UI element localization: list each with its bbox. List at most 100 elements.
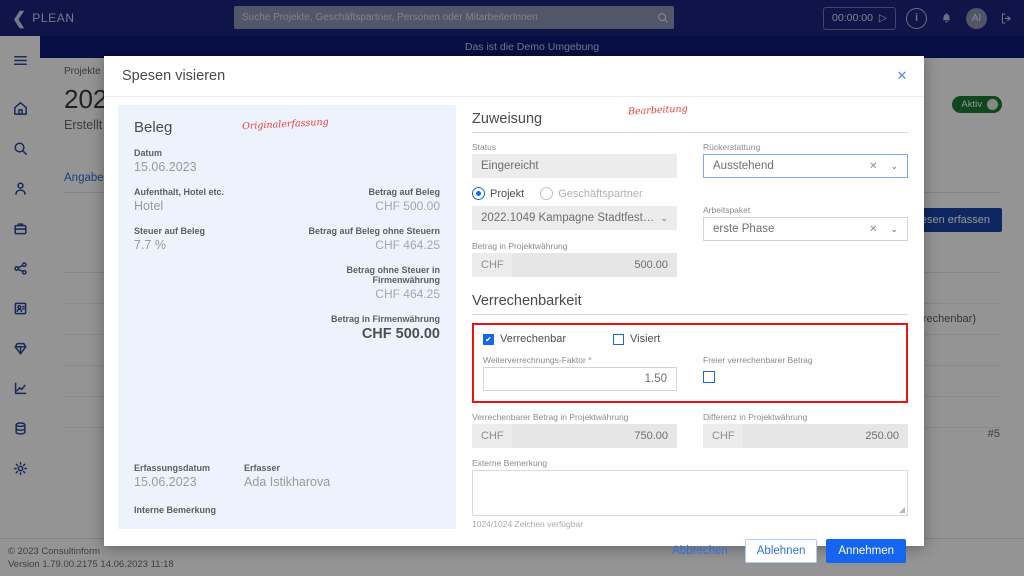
field-erfassungsdatum: Erfassungsdatum 15.06.2023 [134, 463, 210, 489]
rueckerstattung-select[interactable]: Ausstehend ✕ ⌄ [703, 154, 908, 178]
faktor-input[interactable]: 1.50 [483, 367, 677, 391]
arbeitspaket-label: Arbeitspaket [703, 205, 751, 215]
externe-bemerkung-field: Externe Bemerkung ◢ 1024/1024 Zeichen ve… [472, 458, 908, 529]
checkbox-visiert[interactable]: Visiert [613, 333, 660, 345]
checkbox-verrechenbar-label: Verrechenbar [500, 333, 567, 345]
rueckerstattung-label: Rückerstattung [703, 142, 761, 152]
chevron-down-icon: ⌄ [660, 212, 668, 223]
field-betrag-auf-beleg-value: CHF 500.00 [375, 199, 440, 213]
clear-icon[interactable]: ✕ [869, 161, 877, 172]
field-steuer-value: 7.7 % [134, 238, 166, 252]
status-value: Eingereicht [481, 160, 539, 172]
radio-geschaeftspartner-icon [540, 187, 554, 200]
field-kategorie-value: Hotel [134, 199, 164, 213]
row-steuer: Steuer auf Beleg 7.7 % Betrag auf Beleg … [134, 226, 440, 252]
radio-geschaeftspartner-label: Geschäftspartner [558, 187, 643, 200]
arbeitspaket-select[interactable]: erste Phase ✕ ⌄ [703, 217, 908, 241]
differenz-label: Differenz in Projektwährung [703, 412, 808, 422]
status-label: Status [472, 142, 497, 152]
char-count-hint: 1024/1024 Zeichen verfügbar [472, 519, 584, 529]
checkbox-freier-betrag-icon[interactable] [703, 371, 715, 383]
field-betrag-ohne-steuern-value: CHF 464.25 [375, 238, 440, 252]
verrechenbarer-betrag-label: Verrechenbarer Betrag in Projektwährung [472, 412, 629, 422]
status-field: Eingereicht [472, 154, 677, 178]
spesen-visieren-dialog: Spesen visieren ✕ Beleg Originalerfassun… [104, 56, 924, 563]
verrechenbarer-betrag-value: 750.00 [512, 424, 677, 448]
accept-button[interactable]: Annehmen [826, 539, 906, 563]
externe-bemerkung-label: Externe Bemerkung [472, 458, 548, 468]
row-kategorie-betrag: Aufenthalt, Hotel etc. Hotel Betrag auf … [134, 187, 440, 213]
betrag-projektwaehrung-label: Betrag in Projektwährung [472, 241, 568, 251]
field-datum-label: Datum [134, 148, 163, 158]
projekt-select[interactable]: 2022.1049 Kampagne Stadtfest (Stadt Zür.… [472, 206, 677, 230]
faktor-grid: Weiterverrechnungs-Faktor * 1.50 Freier … [483, 355, 897, 391]
dialog-footer: Abbrechen Ablehnen Annehmen [104, 529, 924, 573]
beleg-panel: Beleg Originalerfassung Datum 15.06.2023… [118, 105, 456, 529]
verrechenbarer-betrag-field: Verrechenbarer Betrag in Projektwährung … [472, 412, 677, 448]
field-betrag-auf-beleg-label: Betrag auf Beleg [368, 187, 440, 197]
arbeitspaket-field: Arbeitspaket erste Phase ✕ ⌄ [703, 205, 908, 241]
field-erfasser-label: Erfasser [244, 463, 281, 473]
faktor-label: Weiterverrechnungs-Faktor * [483, 355, 592, 365]
externe-bemerkung-textarea[interactable]: ◢ [472, 470, 908, 516]
differenz-value: 250.00 [743, 424, 908, 448]
app-window: ❮ PLEAN 00:00:00 ▷ i AI Das ist die Demo… [0, 0, 1024, 576]
chevron-down-icon[interactable]: ⌄ [890, 161, 898, 172]
betrag-projektwaehrung-currency: CHF [481, 259, 504, 271]
verrechenbarer-betrag-currency: CHF [481, 430, 504, 442]
reject-button[interactable]: Ablehnen [744, 539, 818, 563]
field-datum: Datum 15.06.2023 [134, 148, 440, 174]
field-interne-bemerkung: Interne Bemerkung [134, 505, 440, 515]
zuweisung-heading: Zuweisung [472, 111, 908, 133]
resize-grip-icon[interactable]: ◢ [899, 505, 905, 514]
checkbox-verrechenbar-icon: ✔ [483, 333, 494, 345]
cancel-button[interactable]: Abbrechen [664, 540, 736, 562]
differenz-field: Differenz in Projektwährung CHF 250.00 [703, 412, 908, 448]
field-kategorie: Aufenthalt, Hotel etc. Hotel [134, 187, 224, 213]
edit-panel: Bearbeitung Zuweisung Status Eingereicht… [456, 103, 910, 529]
radio-geschaeftspartner[interactable]: Geschäftspartner [540, 187, 643, 200]
field-betrag-ohne-steuer-fw: Betrag ohne Steuer in Firmenwährung CHF … [280, 265, 440, 301]
field-erfassungsdatum-value: 15.06.2023 [134, 475, 197, 489]
field-betrag-ohne-steuern-label: Betrag auf Beleg ohne Steuern [308, 226, 440, 236]
row-erfassung: Erfassungsdatum 15.06.2023 Erfasser Ada … [134, 463, 440, 489]
checkbox-visiert-label: Visiert [630, 333, 661, 345]
checkbox-verrechenbar[interactable]: ✔ Verrechenbar [483, 333, 613, 345]
field-betrag-firmenwaehrung: Betrag in Firmenwährung CHF 500.00 [331, 314, 440, 342]
zuweisung-right-col: Rückerstattung Ausstehend ✕ ⌄ Arbeitspak… [703, 142, 908, 277]
betrag-projektwaehrung-input: CHF 500.00 [472, 253, 677, 277]
zuweisung-grid: Status Eingereicht Projekt Geschäftspart… [472, 142, 908, 277]
field-interne-bemerkung-label: Interne Bemerkung [134, 505, 217, 515]
chevron-down-icon[interactable]: ⌄ [890, 224, 898, 235]
faktor-field: Weiterverrechnungs-Faktor * 1.50 [483, 355, 677, 391]
clear-icon[interactable]: ✕ [869, 224, 877, 235]
beleg-footer-fields: Erfassungsdatum 15.06.2023 Erfasser Ada … [134, 447, 440, 515]
field-betrag-firmenwaehrung-value: CHF 500.00 [361, 326, 440, 342]
field-betrag-ohne-steuern: Betrag auf Beleg ohne Steuern CHF 464.25 [308, 226, 440, 252]
field-betrag-ohne-steuer-fw-label: Betrag ohne Steuer in Firmenwährung [346, 265, 440, 285]
row-betrag-fw: Betrag in Firmenwährung CHF 500.00 [134, 314, 440, 342]
field-betrag-auf-beleg: Betrag auf Beleg CHF 500.00 [368, 187, 440, 213]
field-erfasser: Erfasser Ada Istikharova [244, 463, 330, 489]
radio-projekt-icon [472, 187, 485, 200]
freier-betrag-field: Freier verrechenbarer Betrag [703, 355, 897, 391]
field-erfasser-value: Ada Istikharova [244, 475, 331, 489]
dialog-title: Spesen visieren [122, 68, 226, 84]
radio-projekt-label: Projekt [490, 187, 525, 200]
differenz-currency: CHF [712, 430, 735, 442]
betrag-projektwaehrung-field: Betrag in Projektwährung CHF 500.00 [472, 241, 677, 277]
radio-projekt[interactable]: Projekt [472, 187, 524, 200]
arbeitspaket-value: erste Phase [713, 223, 775, 235]
field-datum-value: 15.06.2023 [134, 160, 197, 174]
checkbox-visiert-icon [613, 333, 624, 345]
close-icon[interactable]: ✕ [894, 68, 910, 84]
dialog-header: Spesen visieren ✕ [104, 56, 924, 97]
projekt-select-value: 2022.1049 Kampagne Stadtfest (Stadt Zür.… [481, 212, 654, 224]
rueckerstattung-value: Ausstehend [713, 160, 774, 172]
field-betrag-ohne-steuer-fw-value: CHF 464.25 [375, 287, 440, 301]
betraege-grid: Verrechenbarer Betrag in Projektwährung … [472, 412, 908, 448]
field-kategorie-label: Aufenthalt, Hotel etc. [134, 187, 225, 197]
dialog-body: Beleg Originalerfassung Datum 15.06.2023… [104, 97, 924, 529]
verrechenbarer-betrag-input: CHF 750.00 [472, 424, 677, 448]
zuweisung-left-col: Status Eingereicht Projekt Geschäftspart… [472, 142, 677, 277]
